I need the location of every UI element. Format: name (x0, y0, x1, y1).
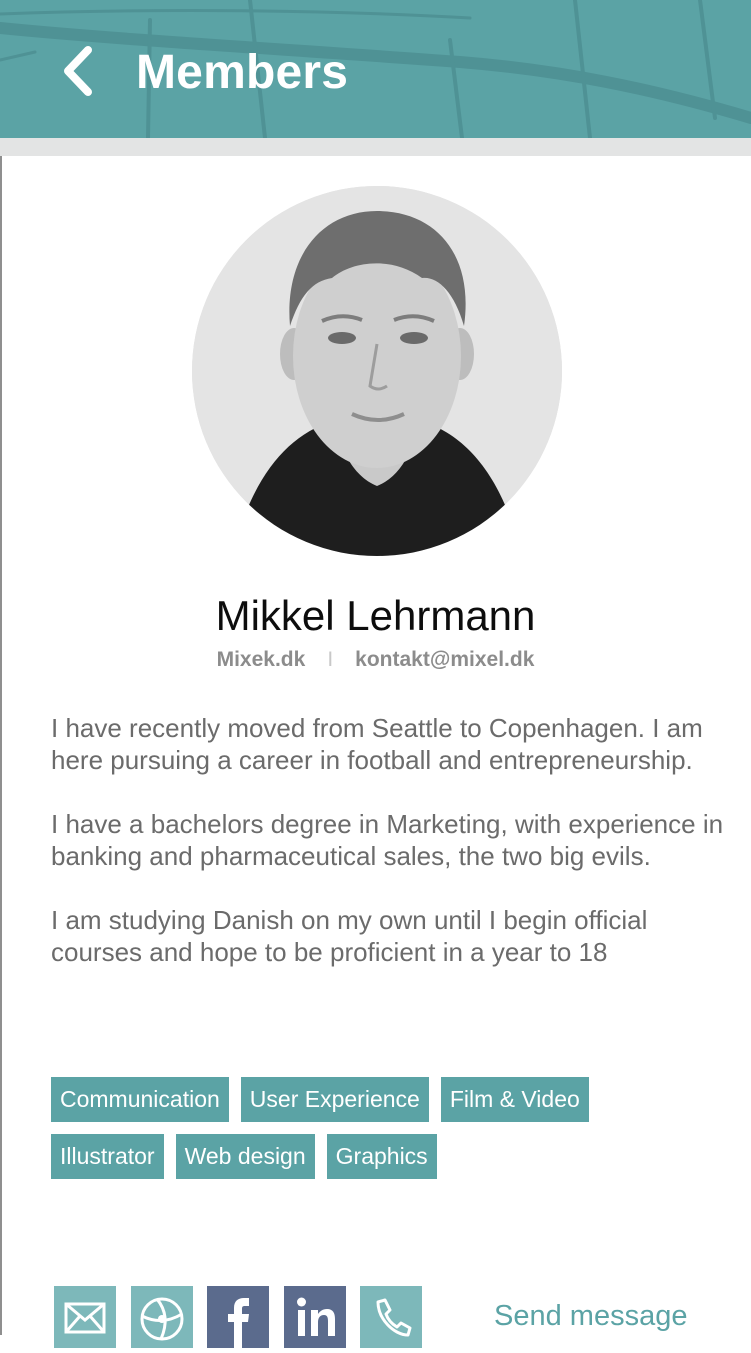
linkedin-button[interactable] (284, 1286, 346, 1348)
page-title: Members (136, 46, 349, 99)
website-link[interactable]: Mixek.dk (217, 648, 306, 671)
tag-illustrator[interactable]: Illustrator (51, 1134, 164, 1179)
facebook-button[interactable] (207, 1286, 269, 1348)
website-button[interactable] (131, 1286, 193, 1348)
bio-paragraph: I have a bachelors degree in Marketing, … (51, 809, 724, 871)
map-background-icon (0, 0, 751, 138)
chevron-left-icon (64, 46, 92, 96)
tag-graphics[interactable]: Graphics (326, 1134, 437, 1179)
tag-user-experience[interactable]: User Experience (240, 1077, 429, 1122)
contact-actions: Send message (54, 1286, 751, 1348)
profile-photo (192, 186, 562, 556)
header-bar: Members (0, 0, 751, 138)
phone-button[interactable] (360, 1286, 422, 1348)
tag-row: Illustrator Web design Graphics (51, 1134, 701, 1179)
email-link[interactable]: kontakt@mixel.dk (355, 648, 534, 671)
header-divider (0, 138, 751, 156)
avatar (192, 186, 562, 556)
facebook-icon (228, 1298, 249, 1348)
contact-row: Mixek.dk Ikontakt@mixel.dk (0, 645, 751, 675)
tag-row: Communication User Experience Film & Vid… (51, 1077, 701, 1122)
skill-tags: Communication User Experience Film & Vid… (51, 1077, 701, 1191)
bio-section: I have recently moved from Seattle to Co… (51, 712, 731, 1000)
tag-film-video[interactable]: Film & Video (440, 1077, 589, 1122)
contact-separator: I (327, 648, 334, 671)
bio-paragraph: I am studying Danish on my own until I b… (51, 905, 648, 967)
globe-icon (140, 1297, 184, 1341)
tag-web-design[interactable]: Web design (175, 1134, 315, 1179)
linkedin-icon (297, 1297, 335, 1336)
send-message-button[interactable]: Send message (494, 1300, 687, 1333)
phone-icon (376, 1298, 412, 1337)
member-name: Mikkel Lehrmann (215, 592, 536, 639)
tag-communication[interactable]: Communication (51, 1077, 229, 1122)
mail-button[interactable] (54, 1286, 116, 1348)
bio-paragraph: I have recently moved from Seattle to Co… (51, 713, 703, 775)
back-button[interactable] (56, 40, 106, 102)
mail-icon (64, 1302, 106, 1334)
